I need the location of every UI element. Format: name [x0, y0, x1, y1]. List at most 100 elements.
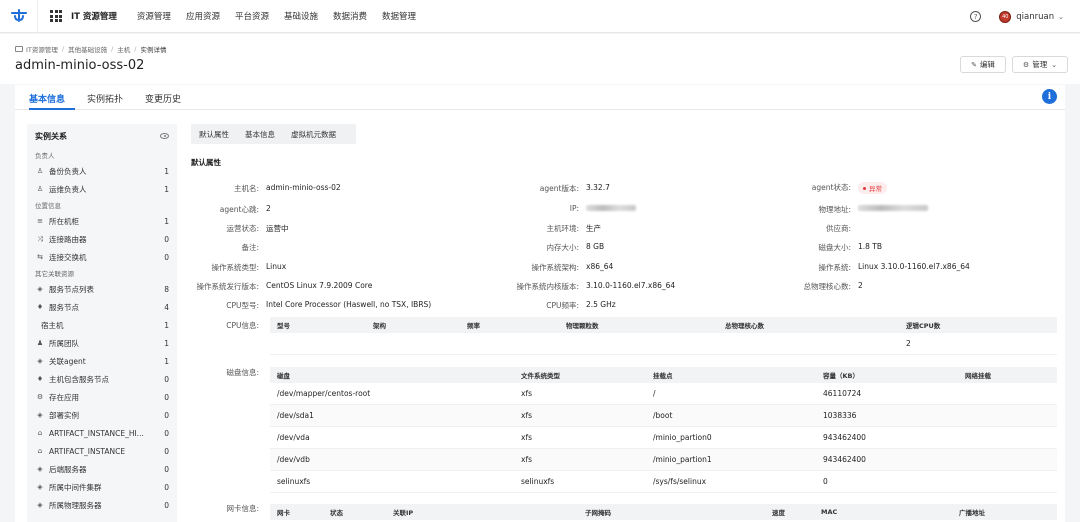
table-cell: 943462400	[823, 455, 866, 464]
status-badge-text: 异常	[869, 185, 882, 193]
nav-item-infrastructure[interactable]: 基础设施	[284, 10, 318, 22]
column-header: 关联IP	[393, 509, 414, 517]
attr-value: 3.32.7	[586, 183, 610, 192]
attr-os: 操作系统: Linux 3.10.0-1160.el7.x86_64	[771, 262, 969, 273]
attr-agent-heartbeat: agent心跳: 2	[191, 204, 271, 215]
sidebar-item[interactable]: ⤨ 连接路由器 0	[27, 230, 177, 248]
sidebar-item[interactable]: ◈ 关联agent 1	[27, 352, 177, 370]
sidebar-item-label: 运维负责人	[49, 184, 87, 194]
app-logo[interactable]	[0, 0, 38, 33]
cube-icon: ◈	[37, 501, 43, 509]
sidebar-item[interactable]: ⌂ ARTIFACT_INSTANCE 0	[27, 442, 177, 460]
chevron-down-icon[interactable]: ⌄	[1058, 13, 1064, 21]
sidebar-item[interactable]: ◈ 部署实例 0	[27, 406, 177, 424]
attr-label: CPU信息:	[226, 321, 259, 330]
relations-sidebar: 实例关系 负责人 ♙ 备份负责人 1 ♙ 运维负责人 1 位置信息 ≡ 所在机柜 1 ⤨ 连接路由器 0 ⇆…	[27, 124, 177, 522]
help-icon[interactable]: ?	[970, 11, 982, 22]
tabs-bar: 基本信息 实例拓扑 变更历史 i	[15, 85, 1065, 110]
column-header: 挂载点	[653, 372, 673, 380]
sidebar-item[interactable]: ◈ 后端服务器 0	[27, 460, 177, 478]
edit-button[interactable]: ✎ 编辑	[960, 56, 1006, 73]
sidebar-header: 实例关系	[27, 124, 177, 148]
attr-os-release: 操作系统发行版本: CentOS Linux 7.9.2009 Core	[191, 281, 372, 292]
sidebar-item[interactable]: ◈ 服务节点列表 8	[27, 280, 177, 298]
nav-item-platform-resources[interactable]: 平台资源	[235, 10, 269, 22]
top-nav: IT 资源管理 资源管理 应用资源 平台资源 基础设施 数据消费 数据管理 ? …	[0, 0, 1080, 33]
breadcrumb-item[interactable]: 主机	[117, 44, 130, 54]
subtab-basic-info[interactable]: 基本信息	[237, 124, 283, 144]
team-icon: ♟	[36, 339, 44, 347]
breadcrumb-item[interactable]: IT资源管理	[26, 44, 58, 54]
tab-topology[interactable]: 实例拓扑	[87, 92, 123, 105]
table-cell: selinuxfs	[277, 477, 311, 486]
nav-item-data-consumption[interactable]: 数据消费	[333, 10, 367, 22]
app-title: IT 资源管理	[71, 12, 117, 22]
gear-icon: ⚙	[36, 393, 44, 401]
sidebar-group-label: 位置信息	[35, 202, 61, 210]
avatar[interactable]: 40	[999, 10, 1012, 23]
column-header: 总物理核心数	[725, 322, 764, 330]
attr-label: 主机环境:	[546, 224, 579, 233]
attr-label: 操作系统发行版本:	[196, 282, 259, 291]
attr-label: 物理地址:	[818, 205, 851, 214]
sidebar-item-label: 连接交换机	[49, 252, 87, 262]
subtab-vm-metadata[interactable]: 虚拟机元数据	[283, 124, 344, 144]
column-header: 网络挂载	[965, 372, 991, 380]
sidebar-item-label: ARTIFACT_INSTANCE	[49, 446, 126, 456]
sidebar-item[interactable]: ≡ 所在机柜 1	[27, 212, 177, 230]
eye-icon[interactable]	[160, 133, 169, 139]
table-row: /dev/sda1 xfs/boot 1038336	[270, 405, 1057, 427]
sidebar-item[interactable]: ♦ 服务节点 4	[27, 298, 177, 316]
sidebar-item[interactable]: ◈ 所属物理服务器 0	[27, 496, 177, 514]
column-header: 逻辑CPU数	[906, 322, 941, 330]
breadcrumb-item[interactable]: 其他基础设施	[68, 44, 107, 54]
sidebar-item-count: 0	[164, 464, 169, 474]
sidebar-item[interactable]: ♟ 所属团队 1	[27, 334, 177, 352]
tab-basic-info[interactable]: 基本信息	[29, 92, 65, 105]
tab-change-history[interactable]: 变更历史	[145, 92, 181, 105]
attr-label: 磁盘大小:	[818, 243, 851, 252]
sidebar-item[interactable]: ⚙ 存在应用 0	[27, 388, 177, 406]
page-title: admin-minio-oss-02	[15, 58, 145, 73]
sidebar-item[interactable]: ⌂ ARTIFACT_INSTANCE_HI... 0	[27, 424, 177, 442]
sidebar-item[interactable]: 宿主机 1	[27, 316, 177, 334]
sidebar-item[interactable]: ◈ 所属中间件集群 0	[27, 478, 177, 496]
table-cell: /dev/vdb	[277, 455, 310, 464]
sidebar-item-label: 所在机柜	[49, 216, 79, 226]
nav-item-resource-mgmt[interactable]: 资源管理	[137, 10, 171, 22]
table-cell: 46110724	[823, 389, 862, 398]
table-cell: /dev/vda	[277, 433, 310, 442]
table-header: 网卡 状态 关联IP 子网掩码 速度 MAC 广播地址	[270, 504, 1057, 520]
sidebar-item-count: 8	[164, 284, 169, 294]
table-cell: 1038336	[823, 411, 857, 420]
apps-grid-icon[interactable]	[50, 10, 62, 22]
sidebar-item-label: 所属物理服务器	[49, 500, 102, 510]
attr-label: 网卡信息:	[226, 504, 259, 513]
nav-item-data-mgmt[interactable]: 数据管理	[382, 10, 416, 22]
sidebar-item-label: 存在应用	[49, 392, 79, 402]
table-cell: xfs	[521, 411, 532, 420]
attr-label: 操作系统:	[818, 263, 851, 272]
attr-label: agent状态:	[811, 183, 851, 192]
sidebar-item[interactable]: ⇆ 连接交换机 0	[27, 248, 177, 266]
manage-button-label: 管理	[1032, 60, 1048, 69]
sidebar-item-count: 0	[164, 446, 169, 456]
column-header: 容量（KB）	[823, 372, 859, 380]
column-header: 子网掩码	[585, 509, 611, 517]
subtab-default-attrs[interactable]: 默认属性	[191, 124, 237, 144]
table-cell: 0	[823, 477, 828, 486]
sidebar-item[interactable]: ♦ 主机包含服务节点 0	[27, 370, 177, 388]
manage-button[interactable]: ⚙ 管理 ⌄	[1012, 56, 1068, 73]
sidebar-item[interactable]: ♙ 运维负责人 1	[27, 180, 177, 198]
column-header: 架构	[373, 322, 386, 330]
attr-label: CPU型号:	[226, 301, 259, 310]
sidebar-item-count: 0	[164, 428, 169, 438]
sidebar-item-count: 0	[164, 252, 169, 262]
attr-label: 总物理核心数:	[803, 282, 851, 291]
attr-value: admin-minio-oss-02	[266, 183, 341, 192]
username[interactable]: qianruan	[1016, 12, 1054, 22]
user-icon: ♙	[36, 185, 44, 193]
nav-item-app-resources[interactable]: 应用资源	[186, 10, 220, 22]
sidebar-item[interactable]: ♙ 备份负责人 1	[27, 162, 177, 180]
info-icon[interactable]: i	[1042, 89, 1057, 104]
